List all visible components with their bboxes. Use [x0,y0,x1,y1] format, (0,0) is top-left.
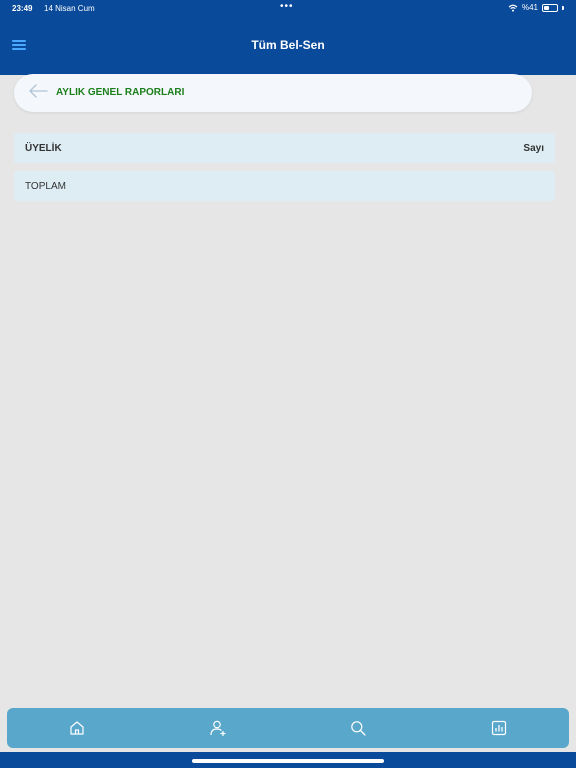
battery-cap [562,5,564,10]
table-header-label: ÜYELİK [25,142,62,154]
app-header: 23:49 14 Nisan Cum ••• %41 Tüm Bel-Sen [0,0,576,75]
battery-fill [544,5,549,10]
status-indicators: %41 [508,3,564,12]
status-time: 23:49 [12,4,33,13]
row-label: TOPLAM [25,180,66,192]
battery-text: %41 [521,3,538,12]
tab-add-user[interactable] [198,708,238,748]
add-user-icon [210,720,226,736]
status-date: 14 Nisan Cum [44,4,95,13]
bottom-tab-bar [7,708,569,748]
wifi-icon [508,4,518,12]
home-indicator[interactable] [192,759,384,763]
battery-icon [542,3,558,12]
chart-icon [491,720,506,736]
table-header-row: ÜYELİK Sayı [14,133,555,163]
tab-home[interactable] [57,708,97,748]
home-icon [70,721,84,735]
back-arrow-icon[interactable] [28,84,48,98]
report-title-card: AYLIK GENEL RAPORLARI [14,74,532,112]
search-icon [351,721,366,736]
report-title: AYLIK GENEL RAPORLARI [56,87,185,98]
table-header-value: Sayı [523,142,544,154]
tab-reports[interactable] [479,708,519,748]
multitask-dots[interactable]: ••• [280,1,294,12]
tab-search[interactable] [338,708,378,748]
table-row: TOPLAM [14,171,555,201]
status-bar: 23:49 14 Nisan Cum ••• %41 [0,0,576,18]
page-title: Tüm Bel-Sen [251,38,325,52]
report-table: ÜYELİK Sayı TOPLAM [14,133,555,201]
